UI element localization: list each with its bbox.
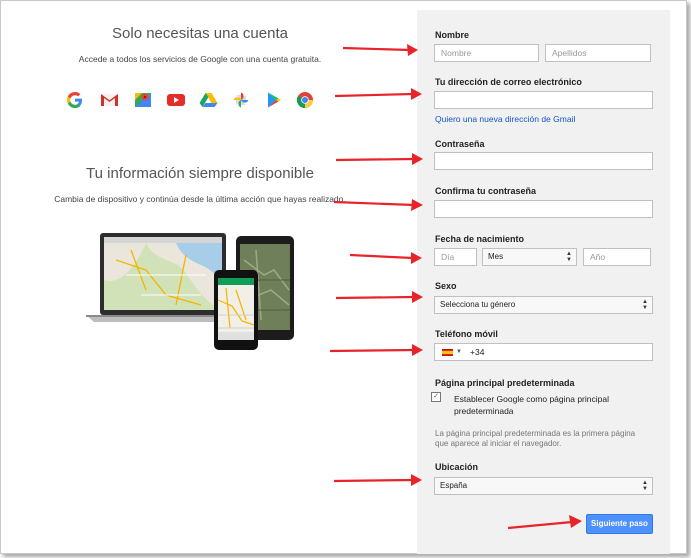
red-arrow-icon [329, 46, 573, 530]
annotation-arrows [329, 44, 582, 530]
